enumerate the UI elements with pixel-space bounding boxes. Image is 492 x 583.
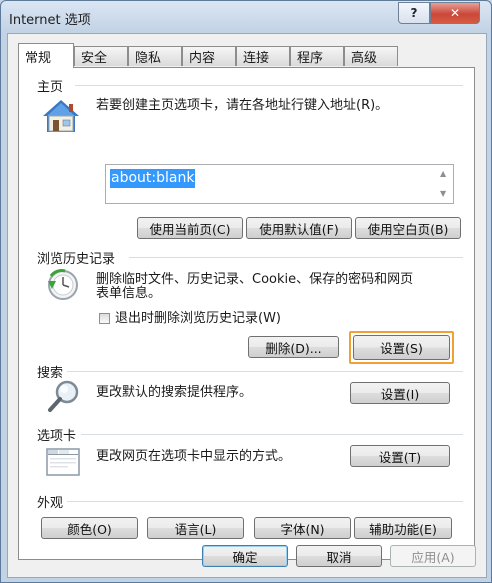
search-settings-button[interactable]: 设置(I) xyxy=(350,382,450,404)
ok-button[interactable]: 确定 xyxy=(202,545,288,567)
help-icon: ? xyxy=(410,6,418,20)
colors-button[interactable]: 颜色(O) xyxy=(41,517,138,539)
close-button[interactable]: ✕ xyxy=(430,2,480,24)
tab-connections[interactable]: 连接 xyxy=(236,46,290,66)
history-clock-icon xyxy=(48,269,78,300)
tabs-settings-button[interactable]: 设置(T) xyxy=(350,445,450,467)
dialog-body: 常规 安全 隐私 内容 连接 程序 高级 主页 若要创建主页选项卡，请在各地址行… xyxy=(7,33,487,578)
address-scrollbar[interactable]: ▲ ▼ xyxy=(436,165,453,203)
window-title: Internet 选项 xyxy=(9,13,91,28)
tabs-divider xyxy=(81,434,463,435)
tabs-description: 更改网页在选项卡中显示的方式。 xyxy=(96,449,292,464)
help-button[interactable]: ? xyxy=(398,2,430,24)
delete-on-exit-checkbox[interactable] xyxy=(99,313,110,324)
tab-privacy[interactable]: 隐私 xyxy=(128,46,182,66)
homepage-divider xyxy=(75,85,463,86)
accessibility-button[interactable]: 辅助功能(E) xyxy=(354,517,452,539)
appearance-divider xyxy=(67,501,463,502)
history-heading: 浏览历史记录 xyxy=(37,252,116,267)
history-description-line2: 表单信息。 xyxy=(96,286,162,301)
title-bar[interactable]: Internet 选项 ? ✕ xyxy=(1,1,491,33)
tabs-heading: 选项卡 xyxy=(37,429,77,444)
cancel-button[interactable]: 取消 xyxy=(296,545,382,567)
history-settings-button[interactable]: 设置(S) xyxy=(353,335,450,360)
history-description-line1: 删除临时文件、历史记录、Cookie、保存的密码和网页 xyxy=(96,272,414,287)
search-divider xyxy=(67,371,463,372)
languages-button[interactable]: 语言(L) xyxy=(147,517,244,539)
tab-programs[interactable]: 程序 xyxy=(290,46,344,66)
use-default-button[interactable]: 使用默认值(F) xyxy=(246,217,352,239)
homepage-address-text: about:blank xyxy=(110,169,196,188)
search-description: 更改默认的搜索提供程序。 xyxy=(96,385,253,400)
tab-general[interactable]: 常规 xyxy=(18,43,74,68)
use-blank-button[interactable]: 使用空白页(B) xyxy=(355,217,461,239)
homepage-description: 若要创建主页选项卡，请在各地址行键入地址(R)。 xyxy=(96,98,389,113)
appearance-heading: 外观 xyxy=(37,496,64,511)
use-current-button[interactable]: 使用当前页(C) xyxy=(137,217,243,239)
scroll-down-icon[interactable]: ▼ xyxy=(440,189,446,198)
scroll-up-icon[interactable]: ▲ xyxy=(440,169,446,178)
close-icon: ✕ xyxy=(449,6,461,20)
home-icon xyxy=(43,100,79,132)
tabs-window-icon xyxy=(46,448,80,476)
delete-history-button[interactable]: 删除(D)... xyxy=(248,336,339,358)
homepage-address-input[interactable]: about:blank ▲ ▼ xyxy=(105,164,454,204)
homepage-heading: 主页 xyxy=(37,80,64,95)
history-divider xyxy=(129,257,463,258)
fonts-button[interactable]: 字体(N) xyxy=(254,517,351,539)
tab-advanced[interactable]: 高级 xyxy=(344,46,398,66)
search-icon xyxy=(48,380,79,412)
tab-security[interactable]: 安全 xyxy=(74,46,128,66)
internet-options-window: Internet 选项 ? ✕ 常规 安全 隐私 内容 连接 程序 高级 主页 xyxy=(0,0,492,583)
tab-content[interactable]: 内容 xyxy=(182,46,236,66)
general-tab-panel: 主页 若要创建主页选项卡，请在各地址行键入地址(R)。 about:blank … xyxy=(18,67,475,560)
apply-button[interactable]: 应用(A) xyxy=(390,545,476,567)
delete-on-exit-label[interactable]: 退出时删除浏览历史记录(W) xyxy=(115,311,281,326)
